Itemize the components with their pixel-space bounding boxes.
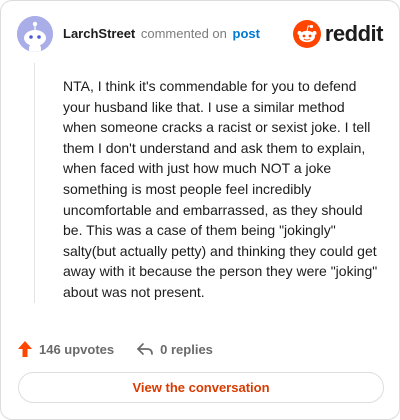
action-text: commented on bbox=[140, 26, 227, 41]
upvotes-stat[interactable]: 146 upvotes bbox=[17, 340, 114, 358]
view-conversation-button[interactable]: View the conversation bbox=[18, 372, 384, 403]
replies-stat[interactable]: 0 replies bbox=[136, 341, 213, 357]
comment-body: NTA, I think it's commendable for you to… bbox=[63, 78, 378, 300]
brand-wordmark: reddit bbox=[324, 21, 384, 46]
comment-header: LarchStreet commented on post reddit bbox=[17, 16, 384, 54]
username[interactable]: LarchStreet bbox=[63, 26, 135, 41]
upvotes-count: 146 upvotes bbox=[39, 341, 115, 357]
reddit-logo-icon bbox=[292, 20, 321, 48]
replies-count: 0 replies bbox=[160, 341, 213, 357]
comment-stats: 146 upvotes 0 replies bbox=[17, 339, 213, 359]
reply-arrow-icon bbox=[137, 343, 154, 355]
thread-line bbox=[34, 63, 35, 303]
comment-card: LarchStreet commented on post reddit NTA… bbox=[0, 0, 400, 420]
reddit-brand[interactable]: reddit bbox=[292, 19, 384, 49]
post-link[interactable]: post bbox=[233, 26, 260, 41]
comment-meta: LarchStreet commented on post bbox=[63, 26, 260, 42]
upvote-arrow-icon bbox=[18, 341, 32, 357]
user-avatar-icon[interactable] bbox=[17, 16, 53, 52]
